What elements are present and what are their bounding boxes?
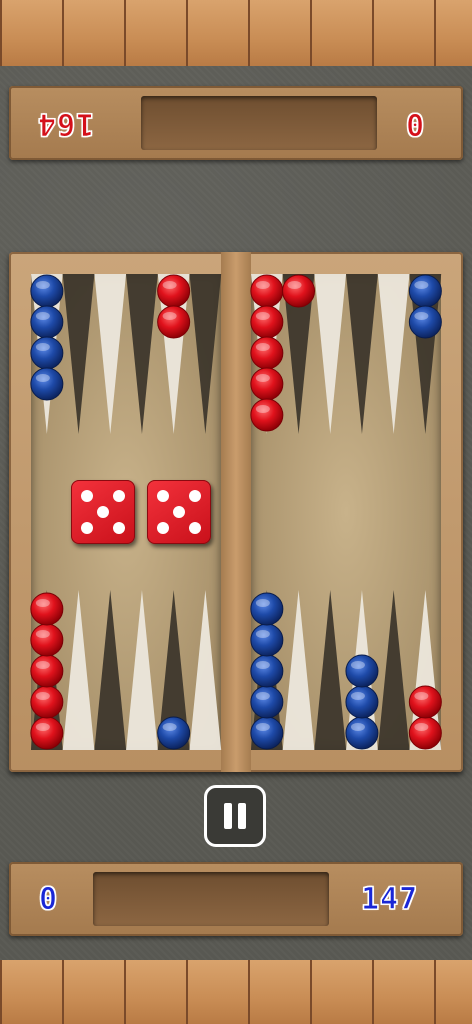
wood-plank-bottom <box>0 960 472 1024</box>
checker-highlight <box>35 281 50 289</box>
checker-highlight <box>255 692 270 700</box>
checker-highlight <box>35 723 50 731</box>
point-top-right-4[interactable] <box>346 274 378 434</box>
point-top-left-6[interactable] <box>189 274 222 434</box>
checker-blue[interactable] <box>345 654 379 688</box>
checker-highlight <box>255 405 270 413</box>
die-pip <box>81 490 93 502</box>
point-bottom-left-3[interactable] <box>94 590 127 750</box>
checker-highlight <box>162 723 177 731</box>
checker-blue[interactable] <box>408 274 442 308</box>
checker-blue[interactable] <box>30 336 64 370</box>
checker-highlight <box>35 374 50 382</box>
checker-red[interactable] <box>30 592 64 626</box>
die-pip <box>113 490 125 502</box>
checker-highlight <box>414 723 429 731</box>
checker-highlight <box>255 630 270 638</box>
checker-highlight <box>255 599 270 607</box>
die-pip <box>113 522 125 534</box>
checker-highlight <box>162 312 177 320</box>
checker-red[interactable] <box>250 336 284 370</box>
point-bottom-left-4[interactable] <box>126 590 158 750</box>
checker-blue[interactable] <box>345 685 379 719</box>
wood-plank-top <box>0 0 472 66</box>
pause-button[interactable] <box>204 785 266 847</box>
die-pip <box>97 506 109 518</box>
die-pip <box>189 490 201 502</box>
point-top-right-5[interactable] <box>377 274 410 434</box>
checker-blue[interactable] <box>250 623 284 657</box>
checker-blue[interactable] <box>30 367 64 401</box>
die-pip <box>189 522 201 534</box>
checker-highlight <box>35 312 50 320</box>
checker-blue[interactable] <box>30 274 64 308</box>
point-bottom-left-6[interactable] <box>189 590 222 750</box>
player-borne-off-count: 0 <box>38 882 59 918</box>
checker-red[interactable] <box>250 367 284 401</box>
opponent-bear-off-tray[interactable] <box>141 96 377 150</box>
checker-highlight <box>35 630 50 638</box>
point-top-right-3[interactable] <box>314 274 347 434</box>
opponent-borne-off-count: 0 <box>405 106 425 142</box>
point-bottom-right-2[interactable] <box>282 590 315 750</box>
checker-red[interactable] <box>408 716 442 750</box>
checker-blue[interactable] <box>345 716 379 750</box>
point-bottom-right-3[interactable] <box>314 590 347 750</box>
checker-highlight <box>414 281 429 289</box>
pause-icon <box>224 803 232 829</box>
checker-blue[interactable] <box>408 305 442 339</box>
point-bottom-right-5[interactable] <box>377 590 410 750</box>
checker-highlight <box>255 343 270 351</box>
player-bear-off-tray[interactable] <box>93 872 329 926</box>
player-pip-count: 147 <box>360 882 419 918</box>
pause-icon-bar <box>238 803 246 829</box>
checker-highlight <box>255 281 270 289</box>
checker-red[interactable] <box>157 305 191 339</box>
checker-highlight <box>35 692 50 700</box>
point-top-left-3[interactable] <box>94 274 127 434</box>
checker-red[interactable] <box>30 654 64 688</box>
checker-red[interactable] <box>30 716 64 750</box>
checker-red[interactable] <box>30 685 64 719</box>
die-pip <box>81 522 93 534</box>
checker-red[interactable] <box>282 274 316 308</box>
checker-highlight <box>255 374 270 382</box>
point-bottom-left-2[interactable] <box>62 590 95 750</box>
checker-highlight <box>35 343 50 351</box>
checker-highlight <box>255 312 270 320</box>
checker-highlight <box>35 599 50 607</box>
checker-red[interactable] <box>250 305 284 339</box>
checker-blue[interactable] <box>30 305 64 339</box>
checker-blue[interactable] <box>250 685 284 719</box>
point-top-left-4[interactable] <box>126 274 158 434</box>
checker-blue[interactable] <box>157 716 191 750</box>
opponent-pip-count: 164 <box>37 106 95 142</box>
checker-highlight <box>287 281 302 289</box>
checker-blue[interactable] <box>250 716 284 750</box>
checker-highlight <box>350 661 365 669</box>
point-top-left-2[interactable] <box>62 274 95 434</box>
checker-red[interactable] <box>157 274 191 308</box>
checker-highlight <box>255 661 270 669</box>
die-2[interactable] <box>147 480 211 544</box>
checker-blue[interactable] <box>250 592 284 626</box>
player-score-panel: 0 147 <box>9 862 463 936</box>
die-pip <box>157 522 169 534</box>
checker-highlight <box>35 661 50 669</box>
die-pip <box>173 506 185 518</box>
die-1[interactable] <box>71 480 135 544</box>
checker-highlight <box>162 281 177 289</box>
checker-red[interactable] <box>408 685 442 719</box>
checker-highlight <box>255 723 270 731</box>
checker-red[interactable] <box>250 274 284 308</box>
checker-highlight <box>414 692 429 700</box>
checker-highlight <box>350 692 365 700</box>
checker-blue[interactable] <box>250 654 284 688</box>
checker-highlight <box>414 312 429 320</box>
checker-highlight <box>350 723 365 731</box>
checker-red[interactable] <box>250 398 284 432</box>
die-pip <box>157 490 169 502</box>
checker-red[interactable] <box>30 623 64 657</box>
opponent-score-panel: 164 0 <box>9 86 463 160</box>
